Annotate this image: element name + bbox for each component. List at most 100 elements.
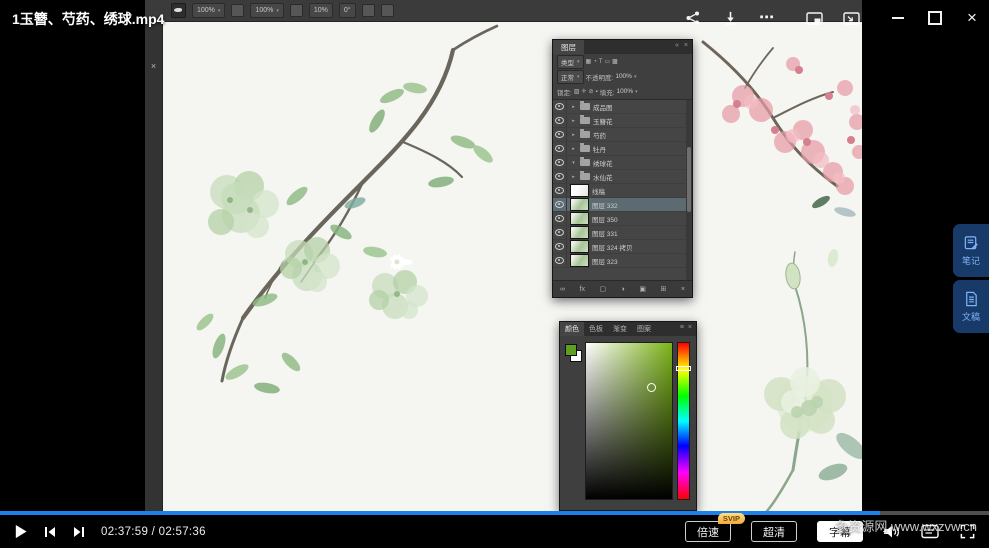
layers-tab: 图层 bbox=[553, 40, 584, 54]
top-icon-bar: ⋯ × bbox=[684, 9, 981, 27]
filter-adjustment-icon: ◔ bbox=[593, 59, 597, 65]
panel-close-icon: × bbox=[684, 42, 688, 54]
opacity-dropdown: 100%▾ bbox=[192, 3, 225, 18]
layer-name: 图层 331 bbox=[592, 228, 618, 238]
ps-brush-strip bbox=[145, 21, 163, 511]
video-content[interactable]: 100%▾ 100%▾ 10% 0° bbox=[145, 0, 862, 511]
angle-field: 0° bbox=[339, 3, 356, 18]
layer-row: 图层 331 bbox=[553, 226, 692, 240]
lock-move-icon: ✛ bbox=[581, 88, 586, 95]
pressure-size-icon bbox=[362, 4, 375, 17]
eye-icon bbox=[555, 145, 564, 152]
lock-transparent-icon: ▨ bbox=[574, 88, 580, 95]
visibility-toggle bbox=[553, 254, 567, 267]
panel-close-icon: × bbox=[688, 324, 692, 336]
filter-type-dropdown: 类型▾ bbox=[557, 55, 584, 69]
video-title: 1玉簪、芍药、绣球.mp4 bbox=[12, 9, 164, 29]
layer-row: 图层 324 拷贝 bbox=[553, 240, 692, 254]
previous-button[interactable] bbox=[43, 525, 57, 539]
playback-speed-button[interactable]: 倍速 SVIP bbox=[685, 521, 731, 542]
lock-all-icon: ⊘ bbox=[589, 88, 594, 95]
expand-arrow-icon bbox=[570, 118, 577, 124]
group-name: 芍药 bbox=[593, 130, 606, 140]
folder-icon bbox=[580, 117, 590, 124]
play-button[interactable] bbox=[13, 523, 28, 540]
eye-icon bbox=[555, 173, 564, 180]
layers-lock-row: 锁定: ▨ ✛ ⊘ ▪ 填充: 100% ▾ bbox=[553, 84, 692, 99]
eye-icon bbox=[555, 103, 564, 110]
more-options-icon[interactable]: ⋯ bbox=[758, 9, 776, 27]
lock-pixel-icon: ▪ bbox=[596, 89, 598, 95]
layer-thumbnail bbox=[570, 184, 589, 197]
share-icon[interactable] bbox=[684, 9, 702, 27]
ps-layers-panel: 图层 « × 类型▾ ▦ ◔ T ▭ ▩ 正常▾ 不透明度: bbox=[552, 39, 693, 298]
expand-arrow-icon bbox=[570, 132, 577, 138]
folder-icon bbox=[580, 145, 590, 152]
fill-label: 填充: bbox=[600, 87, 615, 97]
visibility-toggle bbox=[553, 226, 567, 239]
close-button[interactable]: × bbox=[963, 9, 981, 27]
transcript-icon bbox=[963, 291, 979, 307]
tab-swatches: 色板 bbox=[584, 322, 608, 336]
next-button[interactable] bbox=[72, 525, 86, 539]
airbrush-icon bbox=[290, 4, 303, 17]
layer-thumbnail bbox=[570, 226, 589, 239]
maximize-button[interactable] bbox=[926, 9, 944, 27]
link-layers-icon: ∞ bbox=[560, 286, 565, 293]
notes-button[interactable]: 笔记 bbox=[953, 224, 989, 277]
layer-thumbnail bbox=[570, 198, 589, 211]
layer-name: 线稿 bbox=[592, 186, 605, 196]
layer-group-row: 玉簪花 bbox=[553, 114, 692, 128]
layer-name: 图层 332 bbox=[592, 200, 618, 210]
tab-color: 颜色 bbox=[560, 322, 584, 336]
color-field-marker bbox=[647, 383, 656, 392]
watercolor-painting bbox=[145, 0, 862, 511]
panel-collapse-icon: « bbox=[675, 42, 679, 54]
foreground-color-swatch bbox=[565, 344, 577, 356]
tab-patterns: 图案 bbox=[632, 322, 656, 336]
layer-row: 图层 332 bbox=[553, 198, 692, 212]
layer-row: 线稿 bbox=[553, 184, 692, 198]
color-field bbox=[585, 342, 673, 500]
panel-menu-icon: ≡ bbox=[680, 324, 684, 336]
expand-arrow-icon bbox=[570, 174, 577, 180]
video-player: 100%▾ 100%▾ 10% 0° bbox=[0, 0, 989, 548]
layers-filter-row: 类型▾ ▦ ◔ T ▭ ▩ bbox=[553, 54, 692, 69]
eye-icon bbox=[555, 159, 564, 166]
hue-slider bbox=[677, 342, 690, 500]
quality-button[interactable]: 超清 bbox=[751, 521, 797, 542]
adjustment-layer-icon: ◑ bbox=[621, 286, 625, 293]
layer-group-row: 成品图 bbox=[553, 100, 692, 114]
visibility-toggle bbox=[553, 142, 567, 155]
eye-icon bbox=[555, 243, 564, 250]
download-icon[interactable] bbox=[721, 9, 739, 27]
layers-scrollbar bbox=[686, 100, 692, 280]
expand-arrow-icon bbox=[570, 160, 577, 166]
expand-arrow-icon bbox=[570, 146, 577, 152]
side-tool-panel: 笔记 文稿 bbox=[953, 224, 989, 333]
eye-icon bbox=[555, 117, 564, 124]
group-name: 水仙花 bbox=[593, 172, 613, 182]
minimize-button[interactable] bbox=[889, 9, 907, 27]
layers-blend-row: 正常▾ 不透明度: 100% ▾ bbox=[553, 69, 692, 84]
eye-icon bbox=[555, 229, 564, 236]
layer-name: 图层 350 bbox=[592, 214, 618, 224]
folder-icon bbox=[580, 103, 590, 110]
progress-bar[interactable] bbox=[0, 511, 989, 515]
visibility-toggle bbox=[553, 170, 567, 183]
expand-arrow-icon bbox=[570, 104, 577, 110]
visibility-toggle bbox=[553, 212, 567, 225]
visibility-toggle bbox=[553, 114, 567, 127]
folder-icon bbox=[580, 159, 590, 166]
folder-icon bbox=[580, 131, 590, 138]
visibility-toggle bbox=[553, 156, 567, 169]
visibility-toggle bbox=[553, 184, 567, 197]
flow-dropdown: 100%▾ bbox=[250, 3, 283, 18]
layer-row: 图层 323 bbox=[553, 254, 692, 268]
ps-color-panel: 颜色 色板 渐变 图案 ≡ × bbox=[559, 321, 697, 511]
group-name: 绣球花 bbox=[593, 158, 613, 168]
layer-group-row: 水仙花 bbox=[553, 170, 692, 184]
mini-player-icon[interactable] bbox=[842, 9, 860, 27]
pip-icon[interactable] bbox=[805, 9, 823, 27]
transcript-button[interactable]: 文稿 bbox=[953, 280, 989, 333]
